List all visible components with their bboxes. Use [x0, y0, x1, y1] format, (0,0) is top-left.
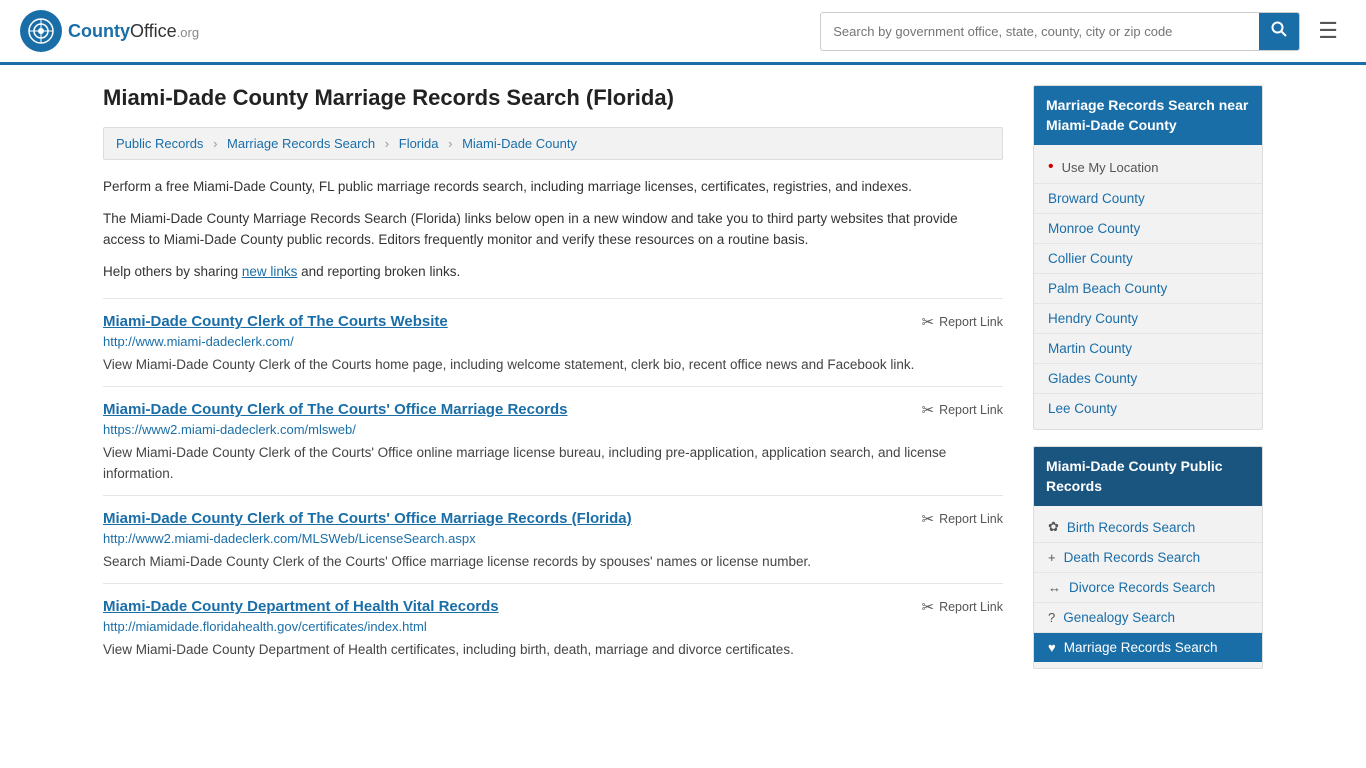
public-record-label-3: Genealogy Search	[1063, 610, 1175, 625]
public-record-icon-0: ✿	[1048, 519, 1059, 535]
scissors-icon: ✂	[921, 401, 934, 419]
public-record-3[interactable]: ? Genealogy Search	[1034, 603, 1262, 633]
nearby-county-6[interactable]: Glades County	[1034, 364, 1262, 394]
public-record-label-0: Birth Records Search	[1067, 520, 1195, 535]
result-title-1[interactable]: Miami-Dade County Clerk of The Courts' O…	[103, 401, 568, 418]
nearby-counties-list: Broward CountyMonroe CountyCollier Count…	[1034, 184, 1262, 423]
page-title: Miami-Dade County Marriage Records Searc…	[103, 85, 1003, 111]
result-url-3[interactable]: http://miamidade.floridahealth.gov/certi…	[103, 619, 1003, 634]
main-container: Miami-Dade County Marriage Records Searc…	[83, 65, 1283, 705]
results-list: Miami-Dade County Clerk of The Courts We…	[103, 298, 1003, 671]
breadcrumb-florida[interactable]: Florida	[399, 136, 439, 151]
public-record-icon-4: ♥	[1048, 640, 1056, 655]
result-desc-3: View Miami-Dade County Department of Hea…	[103, 640, 1003, 661]
public-record-label-1: Death Records Search	[1064, 550, 1201, 565]
nearby-header: Marriage Records Search near Miami-Dade …	[1034, 86, 1262, 145]
report-link-btn-3[interactable]: ✂ Report Link	[921, 598, 1003, 616]
result-item: Miami-Dade County Clerk of The Courts' O…	[103, 495, 1003, 583]
public-records-header: Miami-Dade County Public Records	[1034, 447, 1262, 506]
search-bar[interactable]	[820, 12, 1300, 51]
result-title-3[interactable]: Miami-Dade County Department of Health V…	[103, 598, 499, 615]
report-link-btn-1[interactable]: ✂ Report Link	[921, 401, 1003, 419]
result-desc-2: Search Miami-Dade County Clerk of the Co…	[103, 552, 1003, 573]
nearby-county-0[interactable]: Broward County	[1034, 184, 1262, 214]
result-title-2[interactable]: Miami-Dade County Clerk of The Courts' O…	[103, 510, 632, 527]
nearby-county-5[interactable]: Martin County	[1034, 334, 1262, 364]
result-desc-0: View Miami-Dade County Clerk of the Cour…	[103, 355, 1003, 376]
new-links-link[interactable]: new links	[242, 264, 298, 279]
public-record-2[interactable]: ↔ Divorce Records Search	[1034, 573, 1262, 603]
header-right: ☰	[820, 12, 1346, 51]
public-records-body: ✿ Birth Records Search + Death Records Sear…	[1034, 506, 1262, 668]
logo-text: CountyOffice.org	[68, 21, 199, 42]
result-title-0[interactable]: Miami-Dade County Clerk of The Courts We…	[103, 313, 448, 330]
scissors-icon: ✂	[921, 598, 934, 616]
breadcrumb: Public Records › Marriage Records Search…	[103, 127, 1003, 160]
public-records-list: ✿ Birth Records Search + Death Records Sear…	[1034, 512, 1262, 662]
report-link-label: Report Link	[939, 512, 1003, 526]
desc-para1: Perform a free Miami-Dade County, FL pub…	[103, 176, 1003, 198]
menu-button[interactable]: ☰	[1310, 14, 1346, 48]
sidebar: Marriage Records Search near Miami-Dade …	[1033, 85, 1263, 685]
public-records-section: Miami-Dade County Public Records ✿ Birth …	[1033, 446, 1263, 669]
nearby-county-2[interactable]: Collier County	[1034, 244, 1262, 274]
report-link-label: Report Link	[939, 600, 1003, 614]
nearby-county-3[interactable]: Palm Beach County	[1034, 274, 1262, 304]
logo[interactable]: CountyOffice.org	[20, 10, 199, 52]
result-item: Miami-Dade County Department of Health V…	[103, 583, 1003, 671]
result-url-2[interactable]: http://www2.miami-dadeclerk.com/MLSWeb/L…	[103, 531, 1003, 546]
result-item: Miami-Dade County Clerk of The Courts' O…	[103, 386, 1003, 495]
breadcrumb-marriage-records[interactable]: Marriage Records Search	[227, 136, 375, 151]
public-record-0[interactable]: ✿ Birth Records Search	[1034, 512, 1262, 543]
site-header: CountyOffice.org ☰	[0, 0, 1366, 65]
report-link-btn-2[interactable]: ✂ Report Link	[921, 510, 1003, 528]
public-record-1[interactable]: + Death Records Search	[1034, 543, 1262, 573]
scissors-icon: ✂	[921, 510, 934, 528]
result-item: Miami-Dade County Clerk of The Courts We…	[103, 298, 1003, 386]
breadcrumb-miami-dade[interactable]: Miami-Dade County	[462, 136, 577, 151]
report-link-label: Report Link	[939, 403, 1003, 417]
breadcrumb-public-records[interactable]: Public Records	[116, 136, 203, 151]
nearby-county-1[interactable]: Monroe County	[1034, 214, 1262, 244]
public-record-icon-2: ↔	[1048, 580, 1061, 595]
result-desc-1: View Miami-Dade County Clerk of the Cour…	[103, 443, 1003, 485]
desc-para3: Help others by sharing new links and rep…	[103, 261, 1003, 283]
use-location-link[interactable]: • Use My Location	[1034, 151, 1262, 184]
scissors-icon: ✂	[921, 313, 934, 331]
public-record-label-4: Marriage Records Search	[1064, 640, 1218, 655]
result-url-1[interactable]: https://www2.miami-dadeclerk.com/mlsweb/	[103, 422, 1003, 437]
nearby-section: Marriage Records Search near Miami-Dade …	[1033, 85, 1263, 430]
location-icon: •	[1048, 158, 1054, 176]
public-record-icon-1: +	[1048, 550, 1056, 565]
public-record-4[interactable]: ♥ Marriage Records Search	[1034, 633, 1262, 662]
nearby-county-7[interactable]: Lee County	[1034, 394, 1262, 423]
report-link-label: Report Link	[939, 315, 1003, 329]
logo-icon	[20, 10, 62, 52]
desc-para2: The Miami-Dade County Marriage Records S…	[103, 208, 1003, 251]
public-record-icon-3: ?	[1048, 610, 1055, 625]
result-url-0[interactable]: http://www.miami-dadeclerk.com/	[103, 334, 1003, 349]
search-button[interactable]	[1259, 13, 1299, 50]
search-input[interactable]	[821, 16, 1259, 47]
nearby-county-4[interactable]: Hendry County	[1034, 304, 1262, 334]
content-area: Miami-Dade County Marriage Records Searc…	[103, 85, 1003, 685]
report-link-btn-0[interactable]: ✂ Report Link	[921, 313, 1003, 331]
public-record-label-2: Divorce Records Search	[1069, 580, 1215, 595]
nearby-body: • Use My Location Broward CountyMonroe C…	[1034, 145, 1262, 429]
